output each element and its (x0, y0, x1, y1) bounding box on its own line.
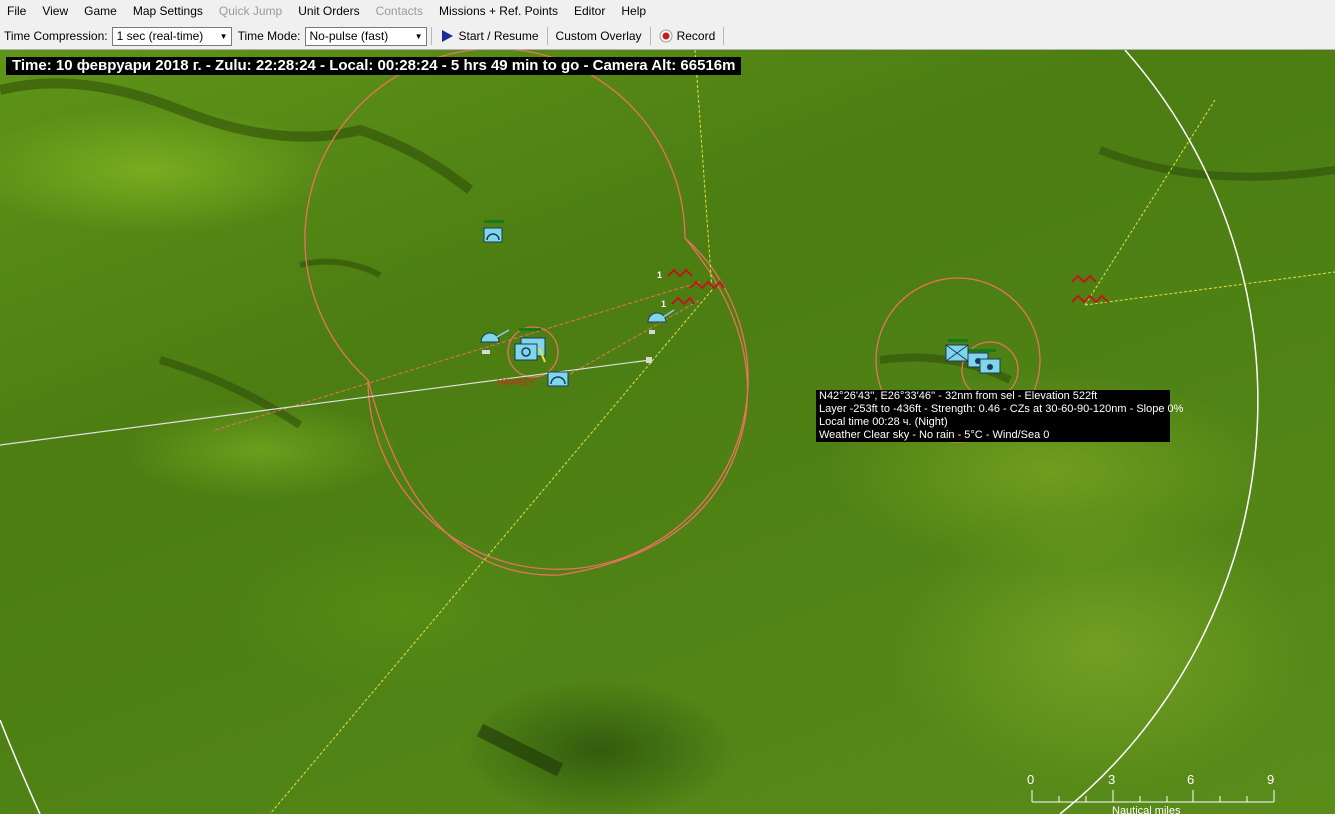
friendly-unit[interactable] (547, 371, 569, 387)
menu-missions-ref-points[interactable]: Missions + Ref. Points (432, 0, 567, 23)
group-count-label: 1 (657, 270, 662, 280)
time-mode-label: Time Mode: (237, 29, 301, 43)
menu-bar: File View Game Map Settings Quick Jump U… (0, 0, 1335, 23)
toolbar-separator (723, 27, 725, 45)
menu-unit-orders[interactable]: Unit Orders (291, 0, 368, 23)
tactical-map[interactable]: 1 1 HAWKEY Time: 10 февруари 2018 г. - Z… (0, 50, 1335, 814)
range-ring-large (304, 50, 749, 570)
start-resume-label: Start / Resume (458, 29, 539, 43)
bearing-line-red (559, 299, 701, 381)
unit-name-label: HAWKEY (497, 377, 536, 387)
menu-view[interactable]: View (35, 0, 77, 23)
toolbar-separator (430, 27, 432, 45)
scale-tick-label: 3 (1108, 772, 1116, 787)
friendly-aircraft-icon[interactable] (647, 309, 675, 323)
hostile-contact-icon[interactable] (671, 296, 695, 306)
toolbar-separator (649, 27, 651, 45)
friendly-unit-group[interactable] (514, 328, 546, 363)
waypoint-marker (482, 350, 490, 354)
scale-tick-label: 6 (1187, 772, 1195, 787)
toolbar: Time Compression: 1 sec (real-time) ▼ Ti… (0, 23, 1335, 50)
menu-map-settings[interactable]: Map Settings (126, 0, 212, 23)
menu-file[interactable]: File (0, 0, 35, 23)
map-hover-tooltip: N42°26'43'', E26°33'46'' - 32nm from sel… (816, 390, 1184, 442)
chevron-down-icon: ▼ (414, 31, 423, 41)
menu-editor[interactable]: Editor (567, 0, 614, 23)
bearing-line-yellow (1084, 271, 1335, 306)
record-label: Record (676, 29, 716, 43)
time-mode-value: No-pulse (fast) (309, 29, 389, 43)
hostile-contact-icon[interactable] (667, 268, 693, 278)
time-compression-value: 1 sec (real-time) (116, 29, 204, 43)
toolbar-separator (546, 27, 548, 45)
tooltip-line-weather: Weather Clear sky - No rain - 5°C - Wind… (819, 429, 1050, 441)
play-icon (441, 30, 453, 42)
record-icon (659, 29, 673, 43)
waypoint-marker (646, 357, 652, 363)
custom-overlay-button[interactable]: Custom Overlay (552, 29, 646, 43)
range-arc-white-left (0, 719, 41, 814)
menu-help[interactable]: Help (614, 0, 655, 23)
scale-tick-label: 9 (1267, 772, 1275, 787)
scale-tick-label: 0 (1027, 772, 1035, 787)
menu-contacts[interactable]: Contacts (369, 0, 432, 23)
friendly-unit[interactable] (483, 220, 504, 243)
scale-unit-label: Nautical miles (1112, 805, 1181, 814)
tooltip-line-coords: N42°26'43'', E26°33'46'' - 32nm from sel… (819, 390, 1098, 402)
bearing-line-yellow (1084, 99, 1216, 306)
record-button[interactable]: Record (655, 29, 720, 43)
tooltip-line-localtime: Local time 00:28 ч. (Night) (819, 416, 948, 428)
menu-game[interactable]: Game (77, 0, 126, 23)
hostile-contact-icon[interactable] (1071, 294, 1109, 304)
waypoint-marker (649, 330, 655, 334)
custom-overlay-label: Custom Overlay (555, 29, 642, 43)
menu-quick-jump[interactable]: Quick Jump (212, 0, 291, 23)
time-status-bar: Time: 10 февруари 2018 г. - Zulu: 22:28:… (6, 57, 742, 75)
group-count-label: 1 (661, 299, 666, 309)
scale-bar: 0 3 6 9 Nautical miles (1020, 770, 1290, 814)
tooltip-line-layer: Layer -253ft to -436ft - Strength: 0.46 … (819, 403, 1184, 415)
start-resume-button[interactable]: Start / Resume (436, 29, 543, 43)
hostile-contact-icon[interactable] (1071, 274, 1097, 284)
time-mode-select[interactable]: No-pulse (fast) ▼ (304, 26, 427, 46)
time-compression-label: Time Compression: (4, 29, 108, 43)
chevron-down-icon: ▼ (219, 31, 228, 41)
time-compression-select[interactable]: 1 sec (real-time) ▼ (111, 26, 232, 46)
friendly-aircraft-icon[interactable] (480, 329, 510, 343)
